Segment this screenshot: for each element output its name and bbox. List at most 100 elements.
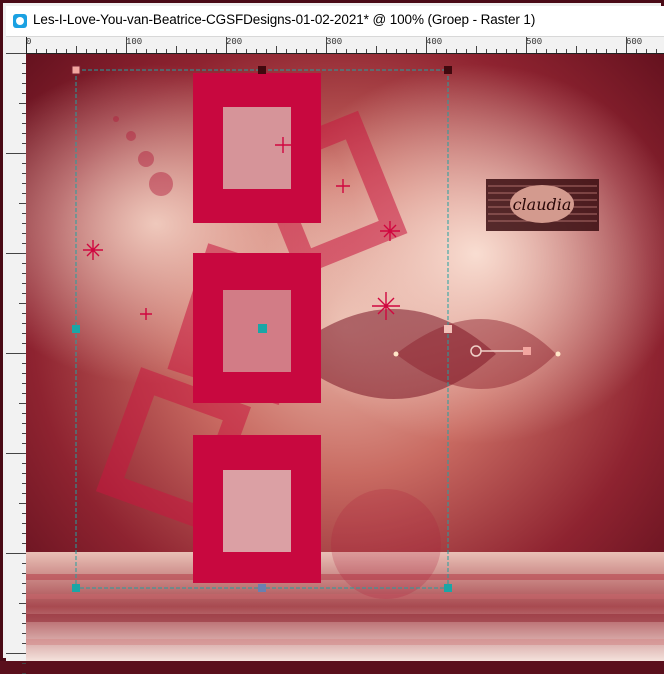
ruler-tick — [22, 663, 26, 664]
resize-handle[interactable] — [258, 584, 266, 592]
ruler-tick — [186, 49, 187, 53]
ruler-tick — [476, 46, 477, 53]
ruler-tick — [346, 49, 347, 53]
ruler-tick — [76, 46, 77, 53]
ruler-tick — [19, 103, 26, 104]
ruler-tick — [96, 49, 97, 53]
ruler-label: 300 — [326, 37, 343, 47]
ruler-tick — [106, 49, 107, 53]
ruler-tick — [6, 53, 26, 54]
ruler-tick — [266, 49, 267, 53]
ruler-tick — [576, 46, 577, 53]
ruler-tick — [606, 49, 607, 53]
resize-handle[interactable] — [444, 66, 452, 74]
ruler-tick — [46, 49, 47, 53]
ruler-tick — [326, 37, 327, 53]
ruler-tick — [126, 37, 127, 53]
title-bar[interactable]: Les-I-Love-You-van-Beatrice-CGSFDesigns-… — [6, 6, 664, 37]
ruler-tick — [436, 49, 437, 53]
ruler-tick — [6, 653, 26, 654]
ruler-tick — [226, 37, 227, 53]
ruler-label: 200 — [226, 37, 243, 47]
resize-handle[interactable] — [71, 65, 81, 75]
ruler-tick — [426, 37, 427, 53]
ruler-tick — [406, 49, 407, 53]
ruler-tick — [36, 49, 37, 53]
ruler-tick — [646, 49, 647, 53]
ruler-tick — [19, 303, 26, 304]
ruler-tick — [56, 49, 57, 53]
ruler-tick — [356, 49, 357, 53]
resize-handle[interactable] — [72, 325, 80, 333]
ruler-label: 400 — [426, 37, 443, 47]
ruler-tick — [86, 49, 87, 53]
ruler-tick — [19, 203, 26, 204]
ruler-tick — [256, 49, 257, 53]
ruler-tick — [616, 49, 617, 53]
ruler-tick — [196, 49, 197, 53]
ruler-tick — [556, 49, 557, 53]
ruler-tick — [586, 49, 587, 53]
ruler-tick — [246, 49, 247, 53]
ruler-tick — [496, 49, 497, 53]
resize-handle[interactable] — [258, 66, 266, 74]
ruler-tick — [6, 153, 26, 154]
ruler-tick — [6, 353, 26, 354]
ruler-tick — [486, 49, 487, 53]
ruler-tick — [626, 37, 627, 53]
vertical-ruler[interactable] — [6, 37, 27, 674]
ruler-label: 600 — [626, 37, 643, 47]
ruler-tick — [66, 49, 67, 53]
artwork[interactable]: claudia — [26, 54, 664, 661]
ruler-tick — [366, 49, 367, 53]
app-window: Les-I-Love-You-van-Beatrice-CGSFDesigns-… — [0, 0, 664, 674]
ruler-label: 100 — [126, 37, 143, 47]
ruler-tick — [306, 49, 307, 53]
ruler-tick — [396, 49, 397, 53]
ruler-tick — [386, 49, 387, 53]
ruler-tick — [276, 46, 277, 53]
ruler-label: 500 — [526, 37, 543, 47]
ruler-tick — [19, 403, 26, 404]
ruler-tick — [656, 49, 657, 53]
ruler-tick — [416, 49, 417, 53]
watermark-text: claudia — [513, 195, 572, 214]
ruler-tick — [536, 49, 537, 53]
ruler-tick — [236, 49, 237, 53]
watermark-logo: claudia — [486, 179, 599, 231]
app-icon — [13, 14, 27, 28]
resize-handle[interactable] — [444, 325, 452, 333]
ruler-tick — [636, 49, 637, 53]
ruler-tick — [516, 49, 517, 53]
ruler-tick — [19, 503, 26, 504]
image-canvas[interactable]: claudia — [26, 54, 664, 661]
ruler-tick — [596, 49, 597, 53]
ruler-tick — [466, 49, 467, 53]
ruler-tick — [526, 37, 527, 53]
ruler-tick — [146, 49, 147, 53]
resize-handle[interactable] — [444, 584, 452, 592]
ruler-tick — [6, 553, 26, 554]
ruler-tick — [376, 46, 377, 53]
ruler-tick — [166, 49, 167, 53]
ruler-tick — [136, 49, 137, 53]
resize-handle[interactable] — [72, 584, 80, 592]
move-handle[interactable] — [258, 324, 267, 333]
ruler-tick — [216, 49, 217, 53]
ruler-tick — [19, 603, 26, 604]
horizontal-ruler[interactable]: 0 100 200 300 400 500 600 — [26, 37, 664, 54]
ruler-tick — [566, 49, 567, 53]
ruler-tick — [206, 49, 207, 53]
ruler-tick — [446, 49, 447, 53]
ruler-tick — [296, 49, 297, 53]
ruler-tick — [116, 49, 117, 53]
ruler-tick — [156, 49, 157, 53]
window-title: Les-I-Love-You-van-Beatrice-CGSFDesigns-… — [33, 12, 536, 27]
ruler-tick — [456, 49, 457, 53]
ruler-tick — [316, 49, 317, 53]
ruler-tick — [336, 49, 337, 53]
square-frames — [193, 73, 321, 583]
ruler-tick — [286, 49, 287, 53]
ruler-tick — [506, 49, 507, 53]
ruler-tick — [176, 46, 177, 53]
